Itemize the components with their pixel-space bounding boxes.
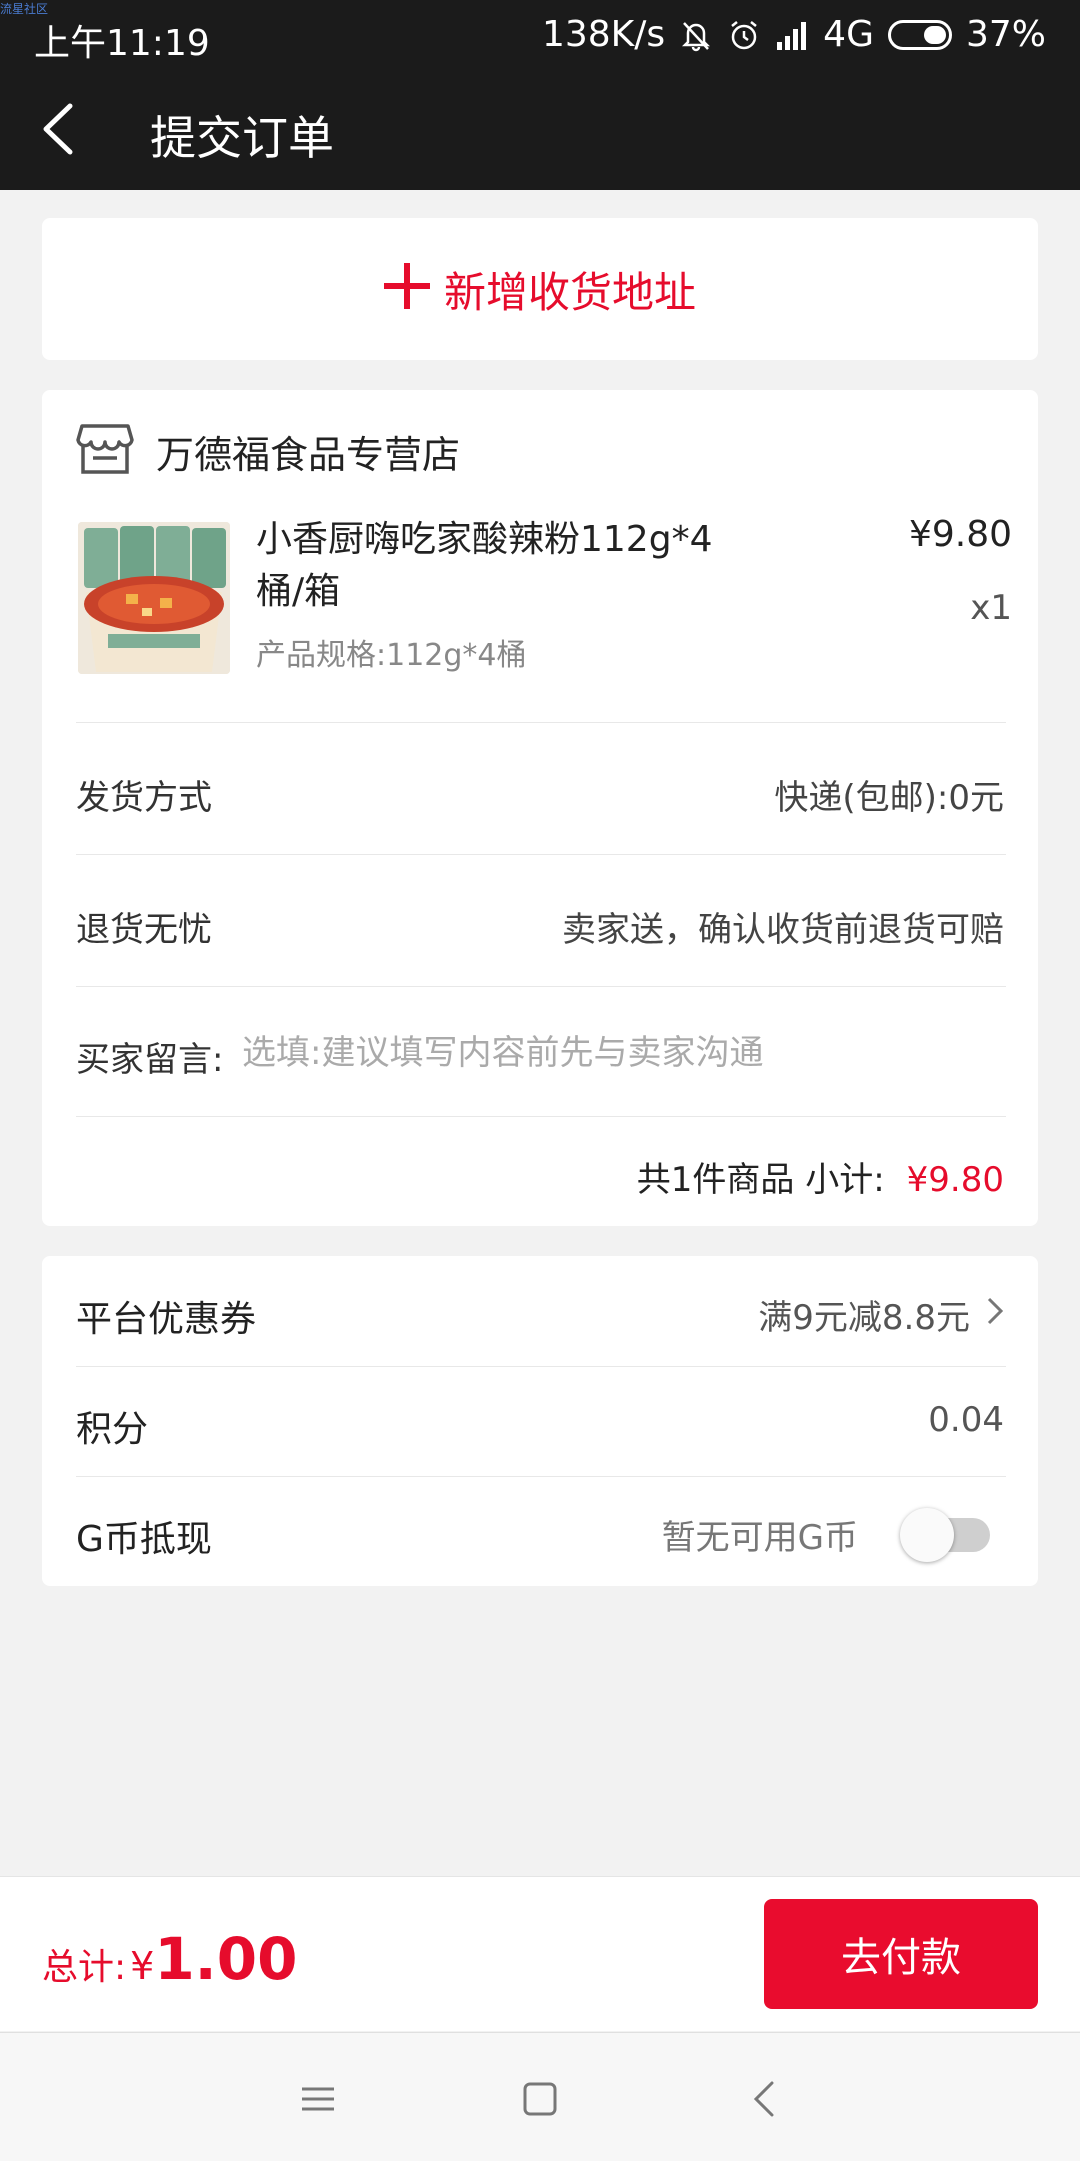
add-address-button[interactable]: 新增收货地址 xyxy=(42,218,1038,360)
message-label: 买家留言: xyxy=(76,1040,224,1080)
alarm-icon xyxy=(727,18,761,52)
product-price: ¥9.80 xyxy=(908,514,1012,555)
product-quantity: x1 xyxy=(970,588,1012,628)
gcoin-row: G币抵现 暂无可用G币 xyxy=(42,1476,1038,1586)
pay-button[interactable]: 去付款 xyxy=(764,1899,1038,2009)
returns-label: 退货无忧 xyxy=(76,910,212,950)
shipping-label: 发货方式 xyxy=(76,778,212,818)
toggle-knob xyxy=(900,1508,954,1562)
divider xyxy=(76,1116,1006,1117)
signal-icon xyxy=(775,20,809,50)
page-title: 提交订单 xyxy=(150,111,334,165)
total-amount: 1.00 xyxy=(154,1925,298,1993)
gcoin-hint: 暂无可用G币 xyxy=(661,1518,858,1558)
benefits-card: 平台优惠券 满9元减8.8元 积分 0.04 G币抵现 暂无可用G币 xyxy=(42,1256,1038,1586)
chevron-right-icon xyxy=(986,1295,1004,1335)
divider xyxy=(76,986,1006,987)
coupon-value-wrap: 满9元减8.8元 xyxy=(758,1290,1004,1339)
total-label: 总计: xyxy=(42,1947,127,1988)
total-currency: ¥ xyxy=(130,1944,155,1988)
coupon-value: 满9元减8.8元 xyxy=(758,1298,970,1338)
home-icon[interactable] xyxy=(510,2069,570,2129)
subtotal-label: 共1件商品 小计: xyxy=(636,1160,885,1200)
title-bar: 提交订单 xyxy=(0,68,1080,190)
back-icon[interactable] xyxy=(736,2069,796,2129)
network-type: 4G xyxy=(823,14,874,55)
coupon-label: 平台优惠券 xyxy=(76,1299,257,1340)
store-header[interactable]: 万德福食品专营店 xyxy=(76,422,460,480)
plus-icon xyxy=(383,259,430,319)
back-arrow-icon[interactable] xyxy=(34,96,94,162)
returns-value: 卖家送，确认收货前退货可赔 xyxy=(562,910,1004,950)
product-title[interactable]: 小香厨嗨吃家酸辣粉112g*4桶/箱 xyxy=(256,514,756,618)
points-row: 积分 0.04 xyxy=(42,1366,1038,1476)
divider xyxy=(76,854,1006,855)
gcoin-toggle[interactable] xyxy=(900,1508,990,1562)
menu-icon[interactable] xyxy=(288,2069,348,2129)
points-label: 积分 xyxy=(76,1409,149,1450)
checkout-bar: 总计: ¥ 1.00 去付款 xyxy=(0,1876,1080,2031)
subtotal-amount: ¥9.80 xyxy=(906,1160,1004,1200)
divider xyxy=(76,722,1006,723)
buyer-message-input[interactable] xyxy=(240,1026,1004,1080)
battery-icon xyxy=(887,19,952,50)
store-icon xyxy=(76,422,134,480)
points-value: 0.04 xyxy=(928,1400,1004,1440)
store-name: 万德福食品专营店 xyxy=(156,432,461,477)
status-right: 138K/s 4G 37% xyxy=(542,14,1046,55)
total: 总计: ¥ 1.00 xyxy=(42,1925,297,1993)
shipping-value: 快递(包邮):0元 xyxy=(774,778,1004,818)
product-image[interactable] xyxy=(78,522,230,674)
coupon-row[interactable]: 平台优惠券 满9元减8.8元 xyxy=(42,1256,1038,1366)
system-nav-bar xyxy=(0,2032,1080,2161)
battery-percent: 37% xyxy=(965,14,1046,55)
product-spec: 产品规格:112g*4桶 xyxy=(256,638,527,673)
network-speed: 138K/s xyxy=(541,14,666,55)
add-address-label: 新增收货地址 xyxy=(443,267,696,317)
order-card: 万德福食品专营店 小香厨嗨吃家酸辣粉112g*4桶/箱 产品规格:112g*4桶… xyxy=(42,390,1038,1226)
subtotal: 共1件商品 小计: ¥9.80 xyxy=(637,1152,1004,1201)
gcoin-label: G币抵现 xyxy=(76,1519,212,1560)
status-time: 上午11:19 xyxy=(34,23,210,64)
mute-bell-icon xyxy=(679,18,713,52)
status-bar: 流星社区 上午11:19 138K/s 4G 37% xyxy=(0,0,1080,68)
